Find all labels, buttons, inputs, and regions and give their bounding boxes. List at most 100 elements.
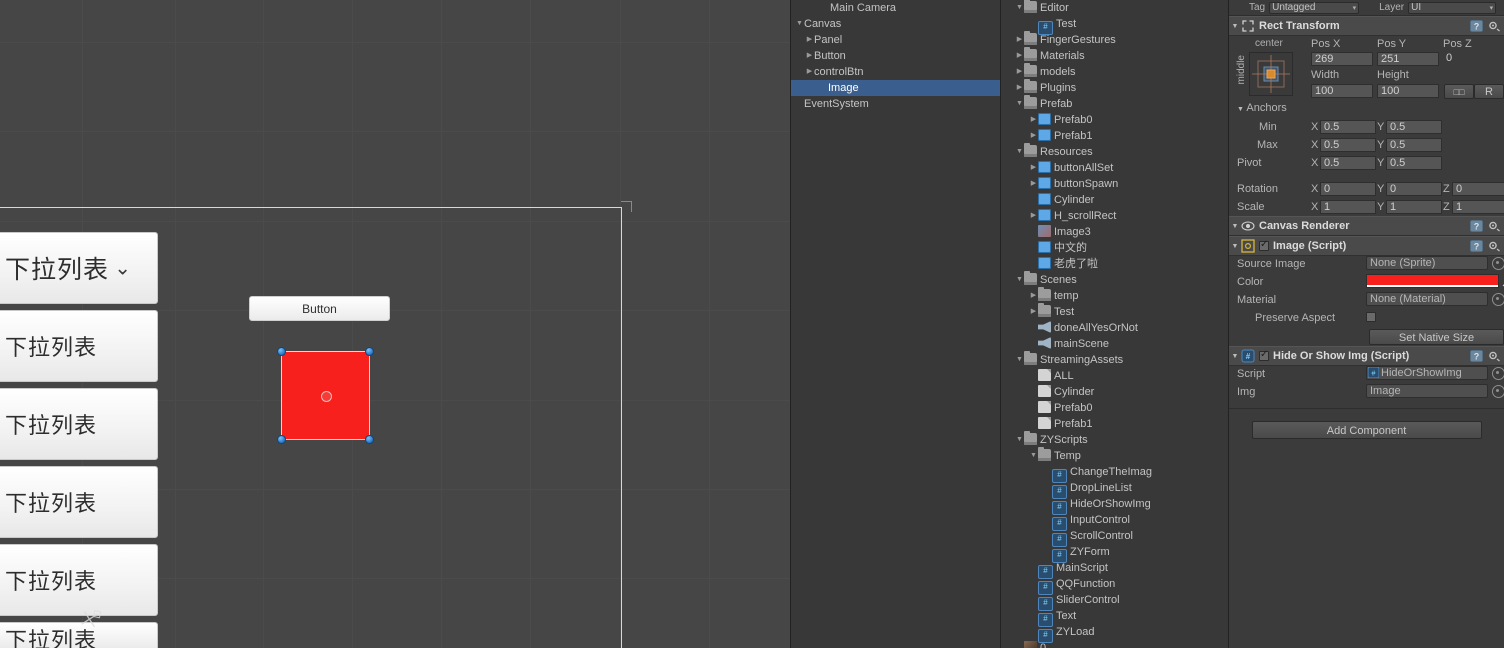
project-item[interactable]: ▶#Text <box>1001 608 1228 627</box>
selected-image-object[interactable] <box>281 351 370 440</box>
project-item[interactable]: ▶#InputControl <box>1001 512 1228 531</box>
project-item[interactable]: ▶#QQFunction <box>1001 576 1228 595</box>
project-item[interactable]: ▶#SliderControl <box>1001 592 1228 611</box>
project-item[interactable]: ▶ doneAllYesOrNot <box>1001 320 1228 336</box>
project-item[interactable]: ▶#DropLineList <box>1001 480 1228 499</box>
gear-icon[interactable] <box>1487 350 1501 363</box>
rotation-x-input[interactable]: 0 <box>1320 182 1376 196</box>
foldout-arrow-icon[interactable]: ▼ <box>1229 353 1241 360</box>
project-item[interactable]: ▶ Prefab0 <box>1001 112 1228 128</box>
list-item[interactable]: 下拉列表 <box>0 388 158 460</box>
foldout-arrow-icon[interactable]: ▼ <box>1237 106 1244 113</box>
help-icon[interactable]: ? <box>1469 239 1484 253</box>
resize-handle-br[interactable] <box>365 435 374 444</box>
project-item[interactable]: ▶ Prefab1 <box>1001 416 1228 432</box>
hierarchy-panel[interactable]: ▶Main Camera▼Canvas▶Panel▶Button▶control… <box>790 0 1000 648</box>
resize-handle-bl[interactable] <box>277 435 286 444</box>
foldout-open-icon[interactable]: ▼ <box>795 16 804 32</box>
help-icon[interactable]: ? <box>1469 349 1484 363</box>
list-item[interactable]: 下拉列表 <box>0 466 158 538</box>
foldout-closed-icon[interactable]: ▶ <box>805 48 814 64</box>
project-item[interactable]: ▼ ZYScripts <box>1001 431 1228 448</box>
tag-dropdown[interactable]: Untagged <box>1269 1 1360 14</box>
color-swatch[interactable] <box>1366 274 1499 288</box>
anchors-foldout-label[interactable]: ▼ Anchors <box>1237 102 1287 114</box>
foldout-open-icon[interactable]: ▼ <box>1015 352 1024 368</box>
project-item[interactable]: ▶#ChangeTheImag <box>1001 464 1228 483</box>
hierarchy-item[interactable]: ▶ controlBtn <box>791 64 1000 80</box>
source-image-picker-icon[interactable] <box>1492 257 1504 270</box>
project-item[interactable]: ▶ Plugins <box>1001 79 1228 96</box>
anchor-max-x-input[interactable]: 0.5 <box>1320 138 1376 152</box>
hierarchy-item[interactable]: ▶ Panel <box>791 32 1000 48</box>
foldout-closed-icon[interactable]: ▶ <box>1015 48 1024 64</box>
hierarchy-item[interactable]: ▶EventSystem <box>791 96 1000 112</box>
project-item[interactable]: ▶ Cylinder <box>1001 192 1228 208</box>
height-input[interactable]: 100 <box>1377 84 1439 98</box>
project-item[interactable]: ▶#ScrollControl <box>1001 528 1228 547</box>
resize-handle-tr[interactable] <box>365 347 374 356</box>
foldout-arrow-icon[interactable]: ▼ <box>1229 23 1241 30</box>
material-picker-icon[interactable] <box>1492 293 1504 306</box>
project-item[interactable]: ▶ Test <box>1001 303 1228 320</box>
pivot-y-input[interactable]: 0.5 <box>1386 156 1442 170</box>
hide-or-show-img-header[interactable]: ▼ # Hide Or Show Img (Script) ? <box>1229 346 1504 366</box>
foldout-closed-icon[interactable]: ▶ <box>805 64 814 80</box>
scale-x-input[interactable]: 1 <box>1320 200 1376 214</box>
project-item[interactable]: ▶ ALL <box>1001 368 1228 384</box>
pos-z-input[interactable]: 0 <box>1443 52 1503 66</box>
hierarchy-item[interactable]: ▶Image <box>791 80 1000 96</box>
list-item[interactable]: 下拉列表 <box>0 544 158 616</box>
project-item[interactable]: ▶#ZYLoad <box>1001 624 1228 643</box>
project-item[interactable]: ▶#HideOrShowImg <box>1001 496 1228 515</box>
project-item[interactable]: ▼ Temp <box>1001 447 1228 464</box>
foldout-closed-icon[interactable]: ▶ <box>1015 80 1024 96</box>
foldout-open-icon[interactable]: ▼ <box>1029 448 1038 464</box>
hierarchy-item[interactable]: ▶ Button <box>791 48 1000 64</box>
foldout-open-icon[interactable]: ▼ <box>1015 0 1024 16</box>
project-item[interactable]: ▶ Image3 <box>1001 224 1228 240</box>
project-item[interactable]: ▶#Test <box>1001 16 1228 35</box>
project-item[interactable]: ▶#ZYForm <box>1001 544 1228 563</box>
project-item[interactable]: ▼ Scenes <box>1001 271 1228 288</box>
help-icon[interactable]: ? <box>1469 219 1484 233</box>
project-item[interactable]: ▶ Materials <box>1001 47 1228 64</box>
project-item[interactable]: ▶ H_scrollRect <box>1001 208 1228 224</box>
canvas-renderer-header[interactable]: ▼ Canvas Renderer ? <box>1229 216 1504 236</box>
image-script-header[interactable]: ▼ Image (Script) ? <box>1229 236 1504 256</box>
pos-x-input[interactable]: 269 <box>1311 52 1373 66</box>
material-field[interactable]: None (Material) <box>1366 292 1488 306</box>
anchor-preset-widget[interactable] <box>1249 52 1293 96</box>
project-item[interactable]: ▶ mainScene <box>1001 336 1228 352</box>
foldout-open-icon[interactable]: ▼ <box>1015 272 1024 288</box>
scene-button-widget[interactable]: Button <box>249 296 390 321</box>
gear-icon[interactable] <box>1487 220 1501 233</box>
image-enabled-checkbox[interactable] <box>1259 239 1269 251</box>
scale-z-input[interactable]: 1 <box>1452 200 1504 214</box>
project-item[interactable]: ▶ FingerGestures <box>1001 31 1228 48</box>
hide-or-show-enabled-checkbox[interactable] <box>1259 349 1269 361</box>
raw-edit-mode-button[interactable]: R <box>1474 84 1504 99</box>
project-item[interactable]: ▶ temp <box>1001 287 1228 304</box>
project-item[interactable]: ▶ 老虎了啦 <box>1001 256 1228 272</box>
width-input[interactable]: 100 <box>1311 84 1373 98</box>
gear-icon[interactable] <box>1487 240 1501 253</box>
project-item[interactable]: ▶0 <box>1001 640 1228 648</box>
foldout-closed-icon[interactable]: ▶ <box>1029 112 1038 128</box>
img-field[interactable]: Image <box>1366 384 1488 398</box>
foldout-arrow-icon[interactable]: ▼ <box>1229 223 1241 230</box>
project-panel[interactable]: ▼Editor▶#Test▶FingerGestures▶Materials▶m… <box>1000 0 1228 648</box>
rotation-y-input[interactable]: 0 <box>1386 182 1442 196</box>
preserve-aspect-checkbox[interactable] <box>1366 312 1376 322</box>
foldout-closed-icon[interactable]: ▶ <box>1029 208 1038 224</box>
scale-y-input[interactable]: 1 <box>1386 200 1442 214</box>
foldout-closed-icon[interactable]: ▶ <box>1029 128 1038 144</box>
project-item[interactable]: ▶ 中文的 <box>1001 240 1228 256</box>
foldout-open-icon[interactable]: ▼ <box>1015 432 1024 448</box>
project-item[interactable]: ▼ StreamingAssets <box>1001 351 1228 368</box>
list-item[interactable]: 下拉列表 ⌄ <box>0 232 158 304</box>
project-item[interactable]: ▶ Prefab0 <box>1001 400 1228 416</box>
help-icon[interactable]: ? <box>1469 19 1484 33</box>
project-item[interactable]: ▶ Cylinder <box>1001 384 1228 400</box>
anchor-min-y-input[interactable]: 0.5 <box>1386 120 1442 134</box>
